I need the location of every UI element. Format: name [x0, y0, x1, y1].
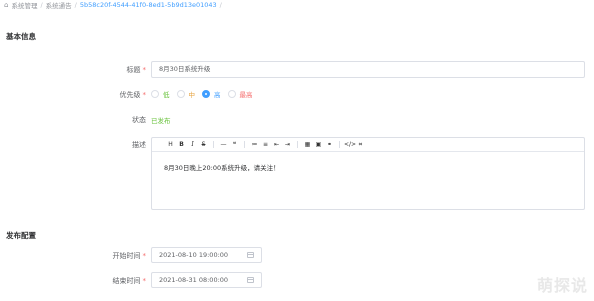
start-time-label: 开始时间 * [113, 251, 147, 261]
breadcrumb-item-current: 5b58c20f-4544-41f0-8ed1-5b9d13e01043 [79, 0, 217, 9]
start-time-picker[interactable]: 2021-08-10 19:00:00 [151, 247, 262, 263]
link-icon[interactable]: ⚭ [324, 138, 335, 151]
toolbar-divider [297, 141, 298, 148]
description-label: 描述 [132, 141, 146, 149]
bullet-list-icon[interactable]: ≔ [249, 138, 260, 151]
start-time-value: 2021-08-10 19:00:00 [159, 251, 229, 259]
title-input[interactable]: 8月30日系统升级 [151, 61, 585, 78]
section-title-publish: 发布配置 [6, 231, 36, 240]
priority-radio-group: 低 中 高 最高 [151, 89, 260, 99]
priority-radio-label: 最高 [239, 91, 253, 99]
priority-radio-label: 中 [188, 91, 196, 99]
end-time-value: 2021-08-31 08:00:00 [159, 276, 229, 284]
priority-label: 优先级 * [120, 90, 147, 100]
toolbar-divider [339, 141, 340, 148]
quote-icon[interactable]: ❝ [229, 138, 240, 151]
breadcrumb-item-system[interactable]: 系统管理 [11, 0, 37, 10]
priority-radio-label: 低 [163, 91, 170, 99]
indent-icon[interactable]: ⇥ [282, 138, 293, 151]
status-label: 状态 [132, 116, 146, 124]
required-mark: * [142, 66, 147, 74]
watermark-logo: 萌探说 [536, 276, 588, 295]
image-icon[interactable]: ▣ [313, 138, 324, 151]
required-mark: * [142, 277, 147, 285]
rich-text-editor: H B I S — ❝ ≔ ≡ ⇤ ⇥ ▦ ▣ ⚭ </> ⌗ 8月30日晚上2… [151, 137, 585, 210]
ordered-list-icon[interactable]: ≡ [260, 138, 271, 151]
end-time-label: 结束时间 * [113, 276, 147, 286]
priority-radio-label: 高 [214, 91, 221, 99]
heading-icon[interactable]: H [165, 138, 176, 151]
start-time-label-text: 开始时间 [112, 252, 141, 260]
breadcrumb-item-notice[interactable]: 系统通告 [46, 0, 72, 10]
radio-circle-icon[interactable] [202, 90, 210, 98]
editor-content[interactable]: 8月30日晚上20:00系统升级，请关注！ [152, 152, 584, 182]
priority-radio-3[interactable]: 最高 [227, 89, 253, 99]
priority-label-text: 优先级 [119, 91, 141, 99]
toolbar-divider [213, 141, 214, 148]
priority-radio-0[interactable]: 低 [151, 89, 170, 99]
required-mark: * [142, 91, 147, 99]
toolbar-divider [244, 141, 245, 148]
table-icon[interactable]: ▦ [302, 138, 313, 151]
section-title-basic: 基本信息 [6, 32, 36, 41]
calendar-icon [247, 277, 254, 283]
calendar-icon [247, 252, 254, 258]
editor-toolbar: H B I S — ❝ ≔ ≡ ⇤ ⇥ ▦ ▣ ⚭ </> ⌗ [152, 138, 584, 152]
breadcrumb-separator: / [40, 0, 43, 9]
priority-radio-1[interactable]: 中 [176, 89, 196, 99]
status-value: 已发布 [151, 117, 171, 125]
italic-icon[interactable]: I [187, 138, 198, 151]
bold-icon[interactable]: B [176, 138, 187, 151]
home-icon[interactable]: ⌂ [4, 1, 8, 9]
required-mark: * [142, 252, 147, 260]
end-time-picker[interactable]: 2021-08-31 08:00:00 [151, 272, 262, 288]
end-time-label-text: 结束时间 [112, 277, 141, 285]
outdent-icon[interactable]: ⇤ [271, 138, 282, 151]
priority-radio-2[interactable]: 高 [202, 89, 221, 99]
radio-circle-icon[interactable] [227, 90, 236, 98]
breadcrumb-separator: / [219, 0, 222, 9]
title-label-text: 标题 [126, 66, 141, 74]
radio-circle-icon[interactable] [151, 90, 159, 98]
code-icon[interactable]: </> [344, 138, 356, 151]
strikethrough-icon[interactable]: S [198, 138, 209, 151]
breadcrumb-separator: / [74, 0, 77, 9]
radio-circle-icon[interactable] [176, 90, 185, 98]
horizontal-rule-icon[interactable]: — [218, 138, 229, 151]
code-block-icon[interactable]: ⌗ [355, 138, 366, 151]
title-label: 标题 * [127, 65, 147, 75]
breadcrumb: ⌂ 系统管理 / 系统通告 / 5b58c20f-4544-41f0-8ed1-… [4, 0, 222, 10]
